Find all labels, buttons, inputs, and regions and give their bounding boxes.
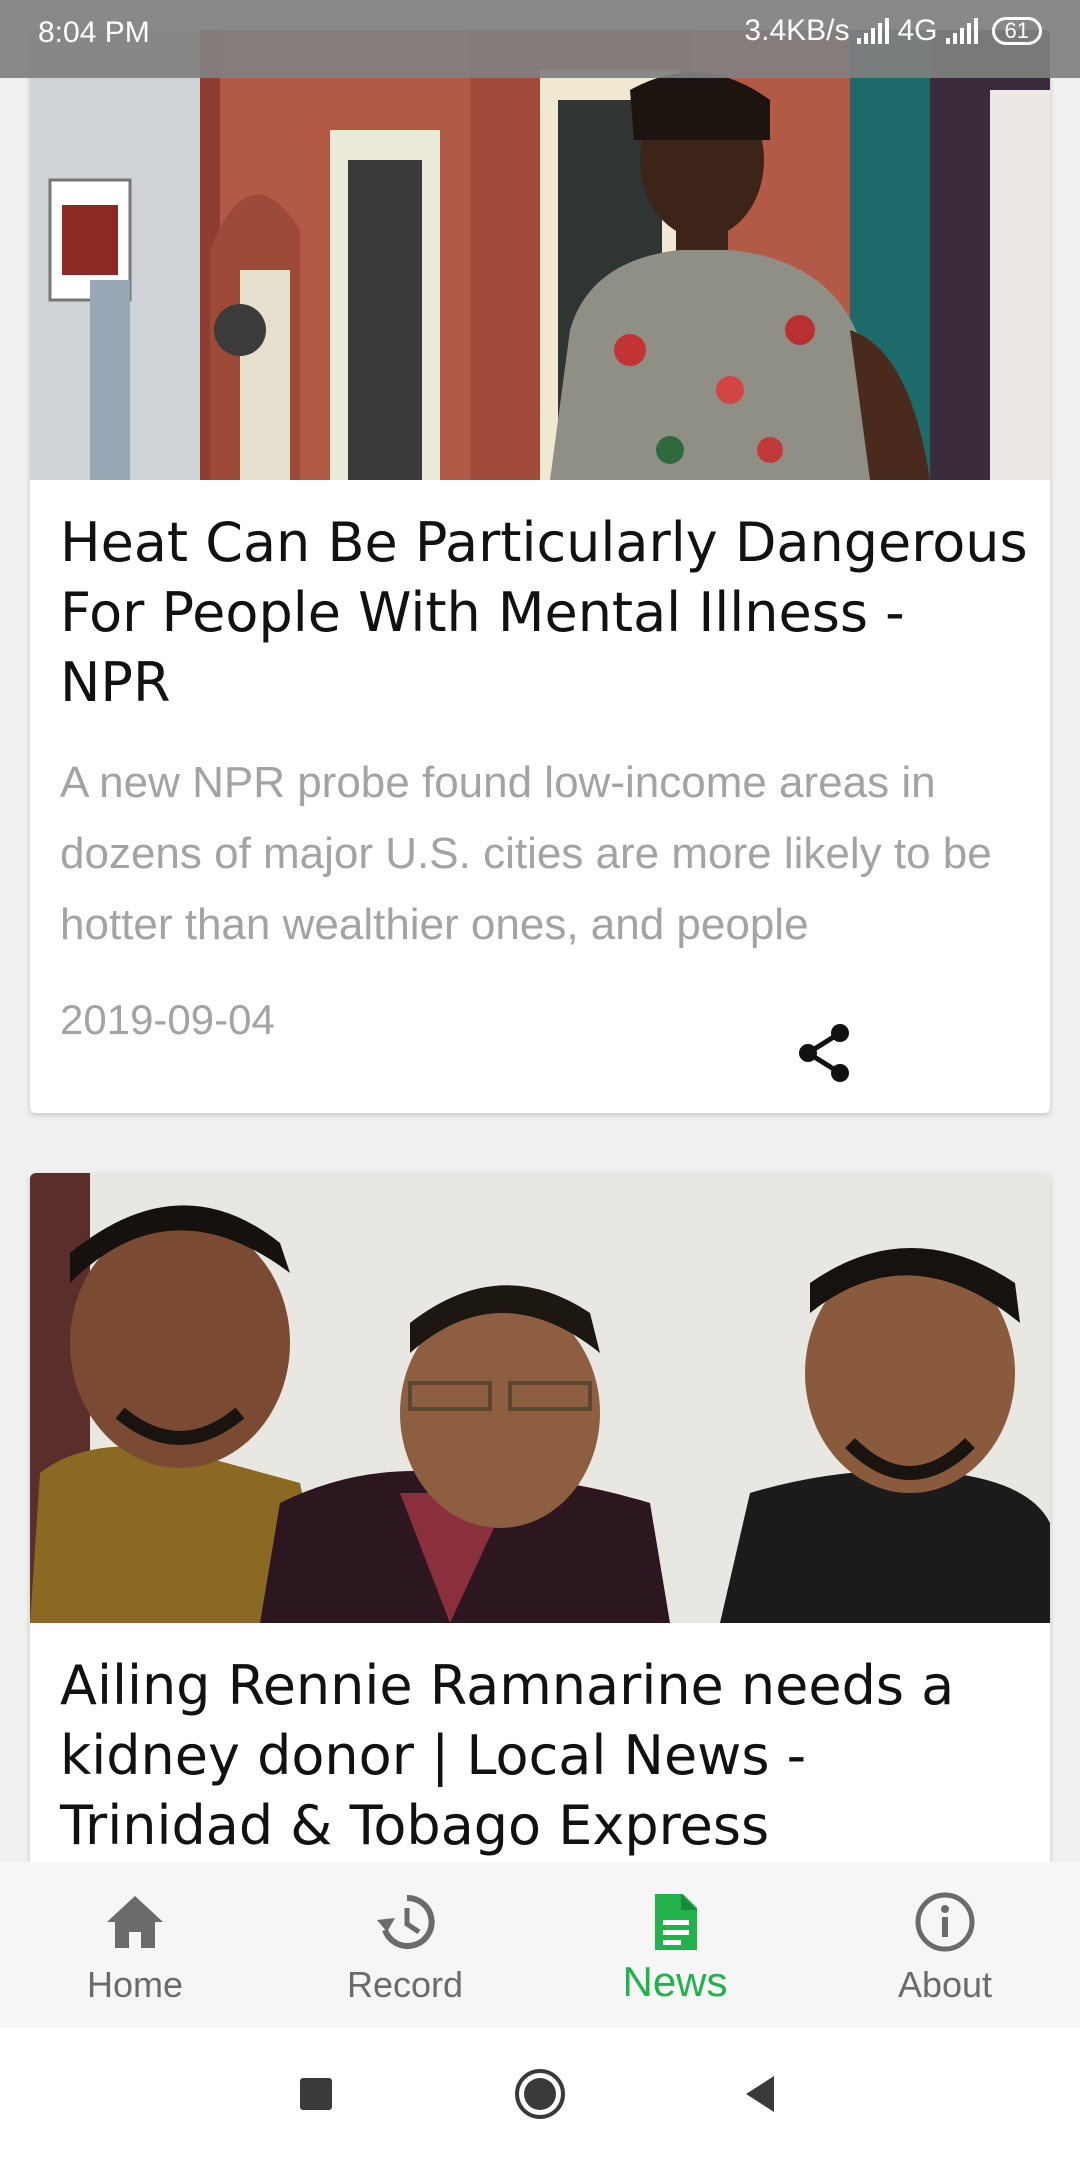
nav-record[interactable]: Record [270, 1862, 540, 2028]
nav-news[interactable]: News [540, 1862, 810, 2028]
nav-home[interactable]: Home [0, 1862, 270, 2028]
article-summary: A new NPR probe found low-income areas i… [60, 758, 992, 949]
signal-icon [857, 18, 890, 44]
square-icon[interactable] [286, 2064, 346, 2124]
photo-woman-brick-house [30, 30, 1050, 480]
network-speed: 3.4KB/s [744, 14, 850, 47]
share-icon[interactable] [790, 1018, 860, 1088]
article-image [30, 1173, 1050, 1623]
battery-icon: 61 [991, 17, 1042, 45]
triangle-back-icon[interactable] [730, 2064, 790, 2124]
nav-about[interactable]: About [810, 1862, 1080, 2028]
article-date: 2019-09-04 [60, 996, 275, 1043]
article-title[interactable]: Ailing Rennie Ramnarine needs a kidney d… [60, 1651, 1030, 1861]
circle-icon[interactable] [510, 2064, 570, 2124]
signal-icon-2 [945, 18, 978, 44]
info-icon [915, 1892, 975, 1952]
status-bar: 8:04 PM 3.4KB/s 4G 61 [0, 0, 1080, 78]
system-navigation-bar [0, 2028, 1080, 2160]
photo-three-men [30, 1173, 1050, 1623]
status-time: 8:04 PM [38, 16, 150, 49]
news-card[interactable]: Heat Can Be Particularly Dangerous For P… [30, 30, 1050, 1113]
history-icon [377, 1894, 435, 1949]
home-icon [107, 1896, 163, 1948]
nav-record-label: Record [346, 1964, 464, 2005]
nav-home-label: Home [86, 1964, 184, 2005]
nav-news-label: News [622, 1958, 728, 2005]
status-indicators: 3.4KB/s 4G 61 [744, 14, 1042, 48]
article-title[interactable]: Heat Can Be Particularly Dangerous For P… [60, 508, 1030, 718]
network-type: 4G [897, 14, 938, 47]
article-image [30, 30, 1050, 480]
document-icon [655, 1894, 697, 1950]
nav-about-label: About [897, 1964, 993, 2005]
screen: 8:04 PM 3.4KB/s 4G 61 Heat Can Be Partic… [0, 0, 1080, 2160]
bottom-navigation: Home Record News About [0, 1862, 1080, 2028]
